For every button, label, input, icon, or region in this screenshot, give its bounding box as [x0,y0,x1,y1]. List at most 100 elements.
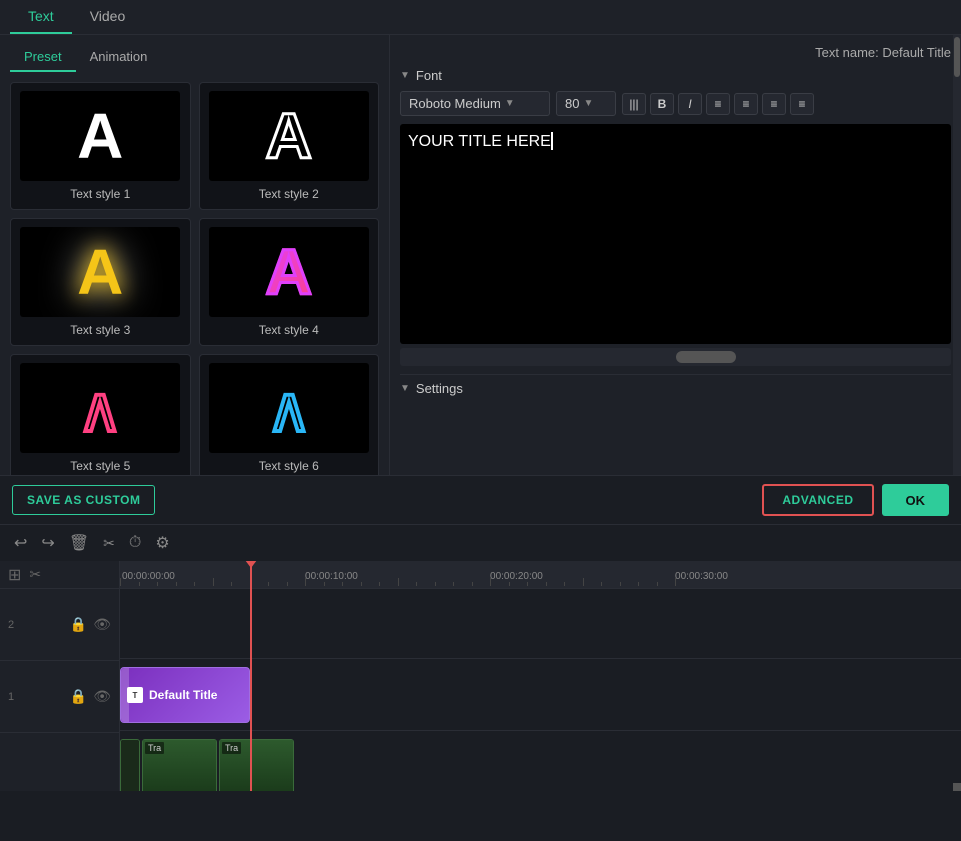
action-bar: SAVE AS CUSTOM ADVANCED OK [0,475,961,525]
sub-tab-bar: Preset Animation [0,35,389,72]
video-clip-2[interactable]: Tra [219,739,294,791]
delete-icon[interactable]: 🗑 [69,533,89,553]
main-content: Preset Animation A Text style 1 A Text s… [0,35,961,475]
style5-svg: ∧ [50,373,150,443]
time-10: 00:00:10:00 [305,571,358,582]
ok-button[interactable]: OK [882,484,950,516]
style-item-4[interactable]: A Text style 4 [199,218,380,346]
size-dropdown-icon: ▼ [583,98,593,109]
settings-section-header: ▼ Settings [400,381,951,396]
text-clip-label: Default Title [149,688,217,702]
style5-label: Text style 5 [70,459,130,473]
timeline-area: ⊞ ✂ 2 🔒 👁 1 🔒 👁 00:00:00:00 00:00:10: [0,561,961,791]
track-2-lock-icon[interactable]: 🔒 [70,616,87,633]
tracks-container: T Default Title Tra [120,589,961,791]
style-preview-5: ∧ [20,363,180,453]
tab-text[interactable]: Text [10,0,72,34]
font-chevron-icon: ▼ [400,70,410,81]
style1-letter: A [77,99,123,173]
time-20: 00:00:20:00 [490,571,543,582]
top-tab-bar: Text Video [0,0,961,35]
resize-handle[interactable] [953,783,961,791]
track-1-lock-icon[interactable]: 🔒 [70,688,87,705]
align-left-button[interactable]: ≡ [706,93,730,115]
track-1-controls: 1 🔒 👁 [0,661,119,733]
style-grid: A Text style 1 A Text style 2 A Text sty… [0,72,389,475]
style-preview-4: A [209,227,369,317]
font-size-select[interactable]: 80 ▼ [556,91,616,116]
format-buttons: ||| B I ≡ ≡ ≡ ≡ [622,93,814,115]
style3-letter: A [77,235,123,309]
right-panel: Text name: Default Title ▼ Font Roboto M… [390,35,961,475]
track-1-eye-icon[interactable]: 👁 [93,688,111,705]
style4-label: Text style 4 [259,323,319,337]
style1-label: Text style 1 [70,187,130,201]
text-content: YOUR TITLE HERE [408,133,551,150]
text-cursor [551,132,553,150]
track-scissors-icon[interactable]: ✂ [29,566,41,583]
track-row-1: Tra Tra [120,731,961,791]
style6-svg: ∧ [239,373,339,443]
playhead[interactable] [250,561,252,791]
text-name-header: Text name: Default Title [400,45,951,60]
video-clip-1[interactable]: Tra [142,739,217,791]
playhead-triangle [245,561,257,568]
tab-animation[interactable]: Animation [76,43,162,72]
advanced-button[interactable]: ADVANCED [762,484,873,516]
style-preview-2: A [209,91,369,181]
undo-icon[interactable]: ↩ [14,533,27,553]
track-2-controls: 2 🔒 👁 [0,589,119,661]
track-row-2: T Default Title [120,659,961,731]
text-scrollbar[interactable] [400,348,951,366]
right-scrollbar-thumb [954,37,960,77]
style-preview-3: A [20,227,180,317]
style-item-6[interactable]: ∧ Text style 6 [199,354,380,475]
clock-icon[interactable]: ⏱ [129,534,141,552]
text-canvas[interactable]: YOUR TITLE HERE [400,124,951,344]
font-controls: Roboto Medium ▼ 80 ▼ ||| B I ≡ ≡ ≡ ≡ [400,91,951,116]
align-justify-button[interactable]: ≡ [790,93,814,115]
empty-track-area [120,589,961,659]
timeline-left: ⊞ ✂ 2 🔒 👁 1 🔒 👁 [0,561,120,791]
video-clip-0[interactable] [120,739,140,791]
redo-icon[interactable]: ↪ [41,533,54,553]
timeline-main: 00:00:00:00 00:00:10:00 00:00:20:00 00:0… [120,561,961,791]
bold-button[interactable]: B [650,93,674,115]
text-clip-icon: T [127,687,143,703]
time-0: 00:00:00:00 [122,571,175,582]
style-item-1[interactable]: A Text style 1 [10,82,191,210]
clip-left-handle[interactable] [121,668,129,722]
style2-letter: A [266,99,312,173]
settings-icon[interactable]: ⚙ [155,533,169,553]
font-section-header: ▼ Font [400,68,951,83]
style2-label: Text style 2 [259,187,319,201]
save-as-custom-button[interactable]: SAVE AS CUSTOM [12,485,155,515]
add-track-icon[interactable]: ⊞ [8,565,21,585]
style3-label: Text style 3 [70,323,130,337]
tab-video[interactable]: Video [72,0,144,34]
italic-button[interactable]: I [678,93,702,115]
style-preview-6: ∧ [209,363,369,453]
font-tracking-button[interactable]: ||| [622,93,646,115]
track-2-eye-icon[interactable]: 👁 [93,616,111,633]
left-panel: Preset Animation A Text style 1 A Text s… [0,35,390,475]
style6-label: Text style 6 [259,459,319,473]
track-2-number: 2 [8,619,14,631]
svg-text:∧: ∧ [78,377,123,443]
tab-preset[interactable]: Preset [10,43,76,72]
timeline-toolbar: ↩ ↪ 🗑 ✂ ⏱ ⚙ [0,525,961,561]
scissors-icon[interactable]: ✂ [103,535,115,552]
style4-letter: A [266,235,312,309]
time-30: 00:00:30:00 [675,571,728,582]
style-item-3[interactable]: A Text style 3 [10,218,191,346]
align-center-button[interactable]: ≡ [734,93,758,115]
font-dropdown-icon: ▼ [505,98,515,109]
style-item-2[interactable]: A Text style 2 [199,82,380,210]
right-scrollbar[interactable] [953,35,961,475]
text-clip[interactable]: T Default Title [120,667,250,723]
settings-section: ▼ Settings [400,374,951,404]
align-right-button[interactable]: ≡ [762,93,786,115]
right-action-buttons: ADVANCED OK [762,484,949,516]
font-name-select[interactable]: Roboto Medium ▼ [400,91,550,116]
style-item-5[interactable]: ∧ Text style 5 [10,354,191,475]
